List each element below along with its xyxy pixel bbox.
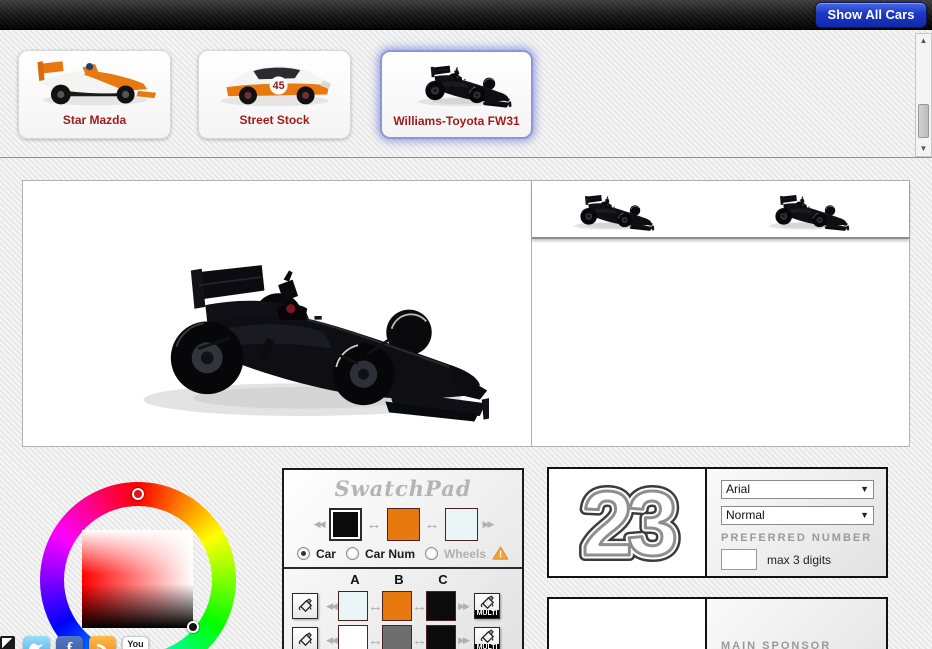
swap-icon[interactable]: ↔ [367, 516, 382, 533]
step-right-icon[interactable]: ▶▶ [456, 601, 470, 612]
radio-car-num[interactable] [346, 547, 359, 560]
number-preview: 23 23 23 [549, 469, 707, 576]
divider [284, 567, 522, 569]
saturation-value-marker[interactable] [187, 621, 199, 633]
multi-label: MULTI [475, 610, 499, 618]
number-style-select[interactable]: Normal ▼ [721, 506, 874, 525]
swatchpad-panel: SwatchPad ◀◀ ↔ ↔ ▶▶ Car Car Num Wheels [282, 468, 524, 649]
max-digits-hint: max 3 digits [767, 553, 831, 567]
scrollbar-thumb[interactable] [918, 104, 929, 138]
car-card-label: Street Stock [199, 113, 350, 127]
scroll-up-button[interactable]: ▲ [916, 34, 931, 48]
main-sponsor-panel: SPONSOR MAIN SPONSOR [547, 597, 888, 649]
car-render-main-view[interactable] [23, 181, 531, 446]
share-icon[interactable] [0, 636, 15, 649]
warning-icon [492, 546, 509, 561]
social-bar: f You [0, 636, 155, 649]
car-card-williams-toyota-fw31[interactable]: Williams-Toyota FW31 [380, 50, 533, 139]
radio-car-label[interactable]: Car [316, 547, 336, 561]
sponsor-preview[interactable]: SPONSOR [549, 599, 707, 649]
car-card-label: Star Mazda [19, 113, 170, 127]
step-left-icon[interactable]: ◀◀ [324, 601, 338, 612]
swatch-2c[interactable] [426, 625, 456, 649]
paint-preview-box [22, 180, 910, 447]
twitter-icon[interactable] [23, 636, 50, 649]
radio-car-num-label[interactable]: Car Num [365, 547, 415, 561]
swatch-column-headers: A B C [292, 572, 514, 587]
dropdown-arrow-icon: ▼ [860, 507, 869, 524]
top-bar: Show All Cars [0, 0, 932, 30]
step-right-icon[interactable]: ▶▶ [483, 519, 493, 530]
hue-marker[interactable] [132, 488, 144, 500]
paint-bucket-multi-button[interactable]: MULTI [474, 593, 500, 619]
main-sponsor-label: MAIN SPONSOR [721, 640, 831, 649]
paint-bucket-button[interactable] [292, 593, 318, 619]
paint-bucket-multi-button[interactable]: MULTI [474, 627, 500, 649]
car-card-label: Williams-Toyota FW31 [382, 114, 531, 128]
swap-icon[interactable]: ↔ [368, 632, 382, 649]
car-view-thumbnails [532, 181, 909, 239]
color-picker [40, 482, 236, 649]
car-render-side-panel [531, 181, 909, 446]
active-swatch-1[interactable] [329, 508, 362, 541]
active-swatch-3[interactable] [445, 508, 478, 541]
swatch-2a[interactable] [338, 625, 368, 649]
swap-icon[interactable]: ↔ [412, 632, 426, 649]
car-card-street-stock[interactable]: Street Stock [198, 50, 351, 139]
radio-wheels-label: Wheels [444, 547, 486, 561]
street-stock-thumbnail [199, 51, 350, 111]
rss-icon[interactable] [89, 636, 116, 649]
swatch-1a[interactable] [338, 591, 368, 621]
swatch-row-1: ◀◀ ↔ ↔ ▶▶ MULTI [292, 591, 514, 621]
sponsor-controls: MAIN SPONSOR [707, 599, 886, 649]
number-font-select[interactable]: Arial ▼ [721, 480, 874, 499]
preferred-number-label: PREFERRED NUMBER [721, 532, 874, 544]
car-view-thumb-1[interactable] [550, 185, 665, 233]
youtube-icon[interactable]: You [122, 636, 149, 649]
number-preview-text: 23 [582, 473, 675, 573]
star-mazda-thumbnail [19, 51, 170, 111]
active-swatch-row: ◀◀ ↔ ↔ ▶▶ [284, 508, 522, 541]
column-c-header: C [428, 572, 458, 587]
step-left-icon[interactable]: ◀◀ [314, 519, 324, 530]
swatch-2b[interactable] [382, 625, 412, 649]
radio-car[interactable] [297, 547, 310, 560]
step-left-icon[interactable]: ◀◀ [324, 635, 338, 646]
preferred-number-input[interactable] [721, 549, 757, 570]
paint-shop-page: 45 ! [0, 0, 932, 649]
column-b-header: B [384, 572, 414, 587]
facebook-icon[interactable]: f [56, 636, 83, 649]
swatch-1c[interactable] [426, 591, 456, 621]
fw31-thumbnail [382, 52, 531, 112]
column-a-header: A [340, 572, 370, 587]
saturation-value-square[interactable] [82, 530, 193, 628]
swatch-row-2: ◀◀ ↔ ↔ ▶▶ MULTI [292, 625, 514, 649]
car-number-panel: 23 23 23 Arial ▼ Normal ▼ PREFERRED NUMB… [547, 467, 888, 578]
paint-target-radios: Car Car Num Wheels [284, 546, 522, 561]
step-right-icon[interactable]: ▶▶ [456, 635, 470, 646]
car-card-star-mazda[interactable]: Star Mazda [18, 50, 171, 139]
car-view-thumb-2[interactable] [745, 185, 860, 233]
dropdown-arrow-icon: ▼ [860, 481, 869, 498]
car-strip-scrollbar[interactable]: ▲ ▼ [915, 33, 932, 157]
show-all-cars-button[interactable]: Show All Cars [815, 2, 927, 28]
radio-wheels[interactable] [425, 547, 438, 560]
swap-icon[interactable]: ↔ [412, 598, 426, 615]
multi-label: MULTI [475, 644, 499, 649]
scroll-down-button[interactable]: ▼ [916, 142, 931, 156]
paint-bucket-button[interactable] [292, 627, 318, 649]
car-selector-strip: Star Mazda Street Stock Williams-Toyota … [0, 30, 932, 158]
swap-icon[interactable]: ↔ [425, 516, 440, 533]
swatchpad-title: SwatchPad [284, 476, 522, 501]
number-controls: Arial ▼ Normal ▼ PREFERRED NUMBER max 3 … [707, 469, 886, 576]
swatch-1b[interactable] [382, 591, 412, 621]
active-swatch-2[interactable] [387, 508, 420, 541]
swap-icon[interactable]: ↔ [368, 598, 382, 615]
